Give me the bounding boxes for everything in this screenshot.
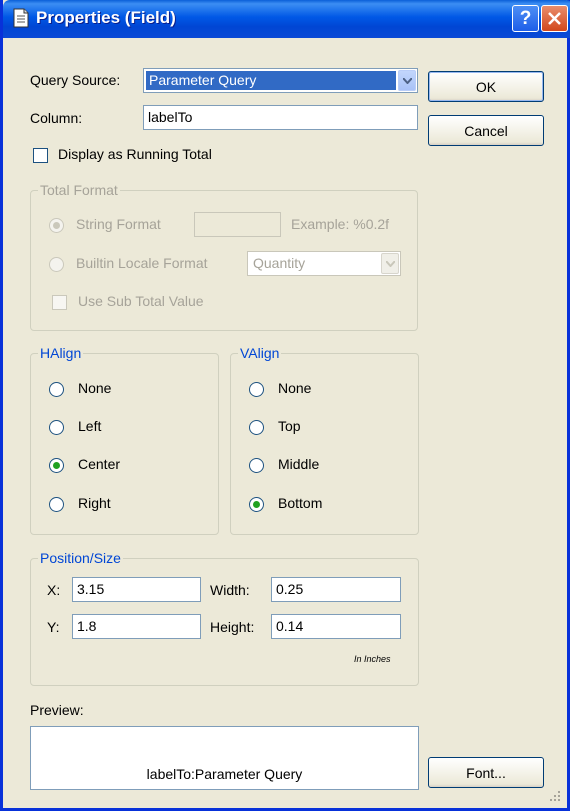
- query-source-select[interactable]: Parameter Query: [143, 68, 418, 93]
- halign-legend: HAlign: [38, 344, 84, 362]
- height-field[interactable]: 0.14: [271, 614, 401, 639]
- string-format-radio[interactable]: [49, 218, 64, 233]
- width-field[interactable]: 0.25: [271, 577, 401, 602]
- x-field[interactable]: 3.15: [72, 577, 201, 602]
- height-label: Height:: [210, 619, 255, 635]
- document-icon: [13, 8, 29, 28]
- column-label: Column:: [30, 110, 83, 126]
- query-source-value: Parameter Query: [146, 71, 396, 90]
- string-format-field[interactable]: [194, 212, 281, 237]
- width-label: Width:: [210, 582, 250, 598]
- close-icon: [548, 12, 561, 25]
- properties-dialog: Properties (Field) ? Query Source: Param…: [0, 0, 570, 811]
- cancel-button[interactable]: Cancel: [428, 115, 544, 146]
- y-label: Y:: [47, 619, 60, 635]
- help-button[interactable]: ?: [512, 5, 539, 32]
- string-format-example: Example: %0.2f: [291, 216, 390, 232]
- position-size-legend: Position/Size: [38, 549, 123, 567]
- chevron-down-icon[interactable]: [381, 253, 399, 274]
- title-bar[interactable]: Properties (Field) ?: [3, 0, 570, 38]
- builtin-locale-value: Quantity: [253, 255, 306, 271]
- valign-top-radio[interactable]: [249, 420, 264, 435]
- string-format-label: String Format: [76, 216, 161, 232]
- preview-box: labelTo:Parameter Query: [30, 726, 419, 790]
- help-icon: ?: [519, 7, 532, 29]
- use-subtotal-checkbox[interactable]: [52, 295, 67, 310]
- halign-center-label: Center: [78, 456, 121, 472]
- valign-middle-label: Middle: [278, 456, 320, 472]
- halign-none-radio[interactable]: [49, 382, 64, 397]
- valign-none-radio[interactable]: [249, 382, 264, 397]
- halign-none-label: None: [78, 380, 112, 396]
- x-label: X:: [47, 582, 61, 598]
- valign-none-label: None: [278, 380, 312, 396]
- y-field[interactable]: 1.8: [72, 614, 201, 639]
- use-subtotal-label: Use Sub Total Value: [78, 293, 204, 309]
- window-title: Properties (Field): [36, 8, 176, 27]
- halign-right-radio[interactable]: [49, 497, 64, 512]
- preview-label: Preview:: [30, 702, 84, 718]
- close-button[interactable]: [541, 5, 568, 32]
- ok-button[interactable]: OK: [428, 71, 544, 102]
- column-field[interactable]: labelTo: [143, 105, 418, 130]
- halign-center-radio[interactable]: [49, 458, 64, 473]
- halign-left-label: Left: [78, 418, 102, 434]
- preview-text: labelTo:Parameter Query: [146, 766, 303, 782]
- font-button[interactable]: Font...: [428, 757, 544, 788]
- running-total-checkbox[interactable]: [33, 148, 48, 163]
- halign-right-label: Right: [78, 495, 111, 511]
- query-source-label: Query Source:: [30, 72, 121, 88]
- units-note: In Inches: [354, 654, 391, 664]
- valign-bottom-radio[interactable]: [249, 497, 264, 512]
- chevron-down-icon[interactable]: [398, 70, 416, 91]
- valign-top-label: Top: [278, 418, 301, 434]
- total-format-legend: Total Format: [38, 181, 120, 199]
- valign-bottom-label: Bottom: [278, 495, 323, 511]
- running-total-label: Display as Running Total: [58, 146, 212, 162]
- builtin-locale-radio[interactable]: [49, 257, 64, 272]
- builtin-locale-select[interactable]: Quantity: [247, 251, 401, 276]
- halign-left-radio[interactable]: [49, 420, 64, 435]
- builtin-locale-label: Builtin Locale Format: [76, 255, 208, 271]
- resize-grip-icon[interactable]: [549, 790, 561, 802]
- valign-legend: VAlign: [238, 344, 282, 362]
- valign-middle-radio[interactable]: [249, 458, 264, 473]
